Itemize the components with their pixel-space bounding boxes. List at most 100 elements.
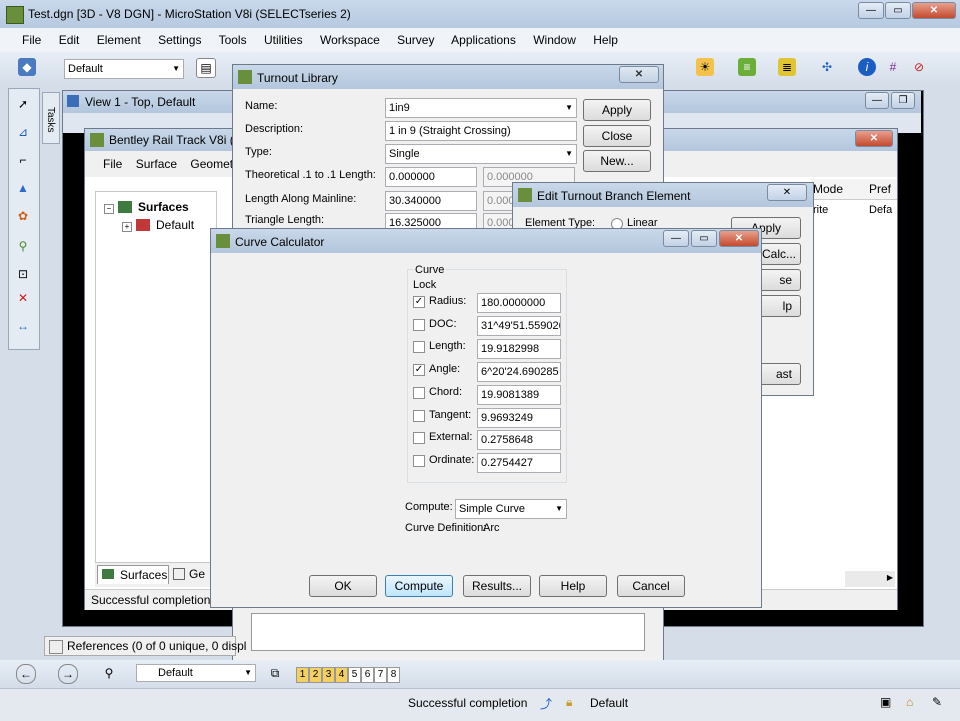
- forward-icon[interactable]: →: [58, 664, 78, 684]
- menu-settings[interactable]: Settings: [158, 33, 201, 47]
- turnout-close-button[interactable]: ✕: [619, 66, 659, 83]
- view-4-button[interactable]: 4: [335, 667, 348, 683]
- menu-window[interactable]: Window: [533, 33, 576, 47]
- color-icon[interactable]: ▤: [196, 58, 216, 78]
- element-icon[interactable]: ⌐: [14, 151, 32, 169]
- lock-icon[interactable]: 🔒︎: [566, 695, 572, 710]
- external-field[interactable]: 0.2758648: [477, 430, 561, 450]
- settings-icon[interactable]: ✎: [932, 695, 942, 709]
- help-button[interactable]: Help: [539, 575, 607, 597]
- ordinate-lock-checkbox[interactable]: [413, 455, 425, 467]
- layers-icon[interactable]: ≣: [778, 58, 796, 76]
- view-6-button[interactable]: 6: [361, 667, 374, 683]
- status-file-icon[interactable]: ▣: [880, 695, 891, 709]
- rail-menu-surface[interactable]: Surface: [136, 157, 177, 171]
- view-restore-button[interactable]: ❐: [891, 92, 915, 109]
- select-icon[interactable]: ➚: [14, 95, 32, 113]
- tab-surfaces[interactable]: Surfaces: [97, 565, 169, 584]
- angle-lock-checkbox[interactable]: ✓: [413, 364, 425, 376]
- compute-combo[interactable]: Simple Curve ▼: [455, 499, 567, 519]
- chord-field[interactable]: 19.9081389: [477, 385, 561, 405]
- curve-close-button[interactable]: ✕: [719, 230, 759, 247]
- info-icon[interactable]: i: [858, 58, 876, 76]
- maximize-button[interactable]: ▭: [885, 2, 911, 19]
- no-entry-icon[interactable]: ⊘: [910, 58, 928, 76]
- cancel-button[interactable]: Cancel: [617, 575, 685, 597]
- ok-button[interactable]: OK: [309, 575, 377, 597]
- place-icon[interactable]: ⚲: [14, 237, 32, 255]
- view-1-button[interactable]: 1: [296, 667, 309, 683]
- view-2-button[interactable]: 2: [309, 667, 322, 683]
- view-8-button[interactable]: 8: [387, 667, 400, 683]
- radius-field[interactable]: 180.0000000: [477, 293, 561, 313]
- col-mode[interactable]: Mode: [813, 182, 843, 196]
- turnout-desc-field[interactable]: 1 in 9 (Straight Crossing): [385, 121, 577, 141]
- tangent-lock-checkbox[interactable]: [413, 410, 425, 422]
- modify-icon[interactable]: ⊡: [14, 265, 32, 283]
- turnout-apply-button[interactable]: Apply: [583, 99, 651, 121]
- dimension-icon[interactable]: ↔: [14, 317, 32, 335]
- menu-edit[interactable]: Edit: [59, 33, 80, 47]
- view-7-button[interactable]: 7: [374, 667, 387, 683]
- minimize-button[interactable]: —: [858, 2, 884, 19]
- snap-icon[interactable]: ✣: [818, 58, 836, 76]
- theo-length-field[interactable]: 0.000000: [385, 167, 477, 187]
- tree-expand-icon[interactable]: +: [122, 222, 132, 232]
- snap-status-icon[interactable]: ⤴: [540, 695, 552, 712]
- rail-track-close-button[interactable]: ✕: [855, 130, 893, 147]
- bottom-view-combo[interactable]: Default ▼: [136, 664, 256, 682]
- level-combo[interactable]: Default ▼: [64, 59, 184, 79]
- tangent-field[interactable]: 9.9693249: [477, 408, 561, 428]
- turnout-close-dialog-button[interactable]: Close: [583, 125, 651, 147]
- pointer-icon[interactable]: ⚲: [100, 664, 118, 682]
- close-button[interactable]: ✕: [912, 2, 956, 19]
- results-button[interactable]: Results...: [463, 575, 531, 597]
- length-field[interactable]: 19.9182998: [477, 339, 561, 359]
- turnout-type-combo[interactable]: Single ▼: [385, 144, 577, 164]
- angle-field[interactable]: 6^20'24.690285: [477, 362, 561, 382]
- views-icon[interactable]: ⧉: [266, 664, 284, 682]
- menu-element[interactable]: Element: [97, 33, 141, 47]
- menu-file[interactable]: File: [22, 33, 41, 47]
- delete-icon[interactable]: ✕: [14, 289, 32, 307]
- curve-minimize-button[interactable]: —: [663, 230, 689, 247]
- tree-root-surfaces[interactable]: Surfaces: [138, 200, 189, 214]
- compute-button[interactable]: Compute: [385, 575, 453, 597]
- grid-icon[interactable]: #: [884, 58, 902, 76]
- tree-child-default[interactable]: Default: [156, 218, 194, 232]
- turnout-name-combo[interactable]: 1in9 ▼: [385, 98, 577, 118]
- view-3-button[interactable]: 3: [322, 667, 335, 683]
- chord-lock-checkbox[interactable]: [413, 387, 425, 399]
- tab-geometry[interactable]: Ge: [171, 565, 215, 583]
- menu-survey[interactable]: Survey: [397, 33, 434, 47]
- menu-tools[interactable]: Tools: [219, 33, 247, 47]
- view-minimize-button[interactable]: —: [865, 92, 889, 109]
- lam-field[interactable]: 30.340000: [385, 191, 477, 211]
- tasks-panel[interactable]: Tasks: [42, 92, 60, 144]
- external-lock-checkbox[interactable]: [413, 432, 425, 444]
- tree-collapse-icon[interactable]: −: [104, 204, 114, 214]
- branch-close-button[interactable]: ✕: [767, 184, 807, 201]
- length-lock-checkbox[interactable]: [413, 341, 425, 353]
- rail-menu-file[interactable]: File: [103, 157, 122, 171]
- view-5-button[interactable]: 5: [348, 667, 361, 683]
- col-pref[interactable]: Pref: [869, 182, 891, 196]
- measure-icon[interactable]: ⊿: [14, 123, 32, 141]
- radius-lock-checkbox[interactable]: ✓: [413, 296, 425, 308]
- doc-lock-checkbox[interactable]: [413, 319, 425, 331]
- scroll-right-icon[interactable]: ▶: [887, 573, 893, 582]
- paint-icon[interactable]: ✿: [14, 207, 32, 225]
- attributes-icon[interactable]: ◆: [18, 58, 36, 76]
- level-manager-icon[interactable]: ≡: [738, 58, 756, 76]
- curve-maximize-button[interactable]: ▭: [691, 230, 717, 247]
- menu-applications[interactable]: Applications: [451, 33, 516, 47]
- menu-utilities[interactable]: Utilities: [264, 33, 303, 47]
- back-icon[interactable]: ←: [16, 664, 36, 684]
- turnout-new-button[interactable]: New...: [583, 150, 651, 172]
- ordinate-field[interactable]: 0.2754427: [477, 453, 561, 473]
- doc-field[interactable]: 31^49'51.559026: [477, 316, 561, 336]
- manipulate-icon[interactable]: ▲: [14, 179, 32, 197]
- menu-workspace[interactable]: Workspace: [320, 33, 380, 47]
- menu-help[interactable]: Help: [593, 33, 618, 47]
- render-icon[interactable]: ☀: [696, 58, 714, 76]
